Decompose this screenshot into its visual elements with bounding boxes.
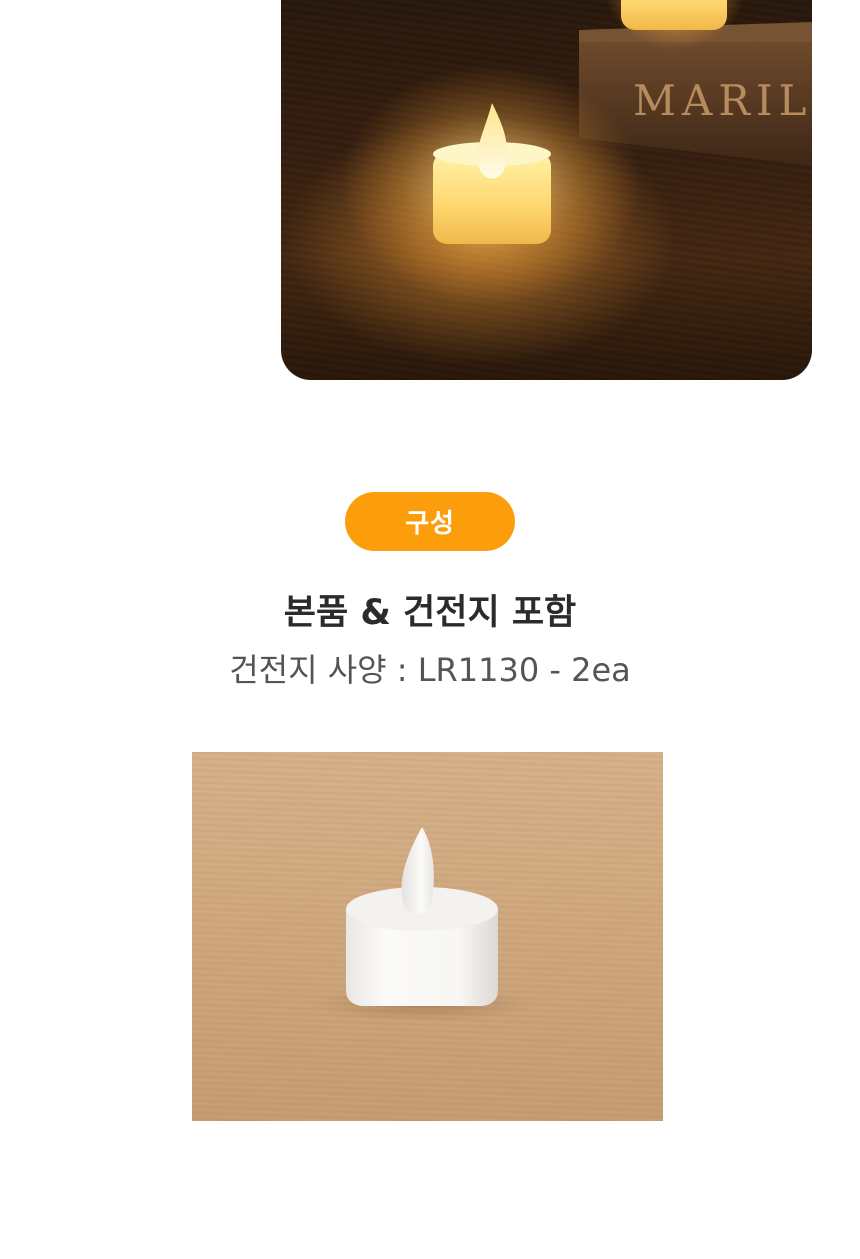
upper-candle [621, 0, 727, 30]
battery-spec-text: 건전지 사양 : LR1130 - 2ea [229, 651, 631, 689]
tealight-product-photo [192, 752, 663, 1121]
lit-candle-illustration: MARILI [341, 0, 812, 305]
box-text: MARILI [633, 76, 812, 125]
lit-candle-photo: MARILI [281, 0, 812, 380]
composition-badge: 구성 [345, 492, 515, 551]
tealight-flame-icon [401, 827, 434, 914]
product-contents-heading: 본품 & 건전지 포함 [283, 593, 577, 633]
tealight-illustration [312, 827, 532, 1022]
